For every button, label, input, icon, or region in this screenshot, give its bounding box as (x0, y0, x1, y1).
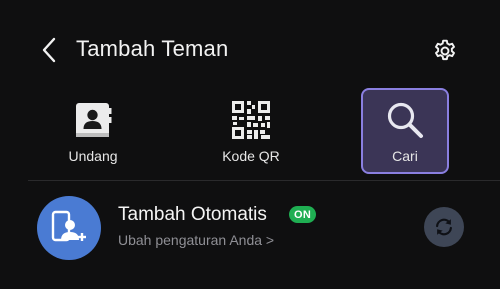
add-friend-actions: Undang Kode QR Cari (0, 88, 500, 178)
auto-add-title: Tambah Otomatis (118, 204, 267, 225)
search-label: Cari (392, 148, 418, 164)
invite-action[interactable]: Undang (48, 88, 138, 176)
qr-code-label: Kode QR (222, 148, 280, 164)
status-badge: ON (289, 206, 317, 223)
qr-code-icon (232, 101, 270, 139)
auto-add-settings-link[interactable]: Ubah pengaturan Anda > (118, 232, 274, 248)
search-action[interactable]: Cari (361, 88, 449, 174)
sync-icon (436, 218, 452, 236)
back-button[interactable] (36, 34, 62, 66)
contacts-book-icon (76, 103, 112, 137)
auto-add-row[interactable]: Tambah Otomatis ON Ubah pengaturan Anda … (0, 190, 500, 270)
sync-button[interactable] (424, 207, 464, 247)
add-contact-phone-icon (51, 210, 86, 242)
invite-label: Undang (68, 148, 118, 164)
page-title: Tambah Teman (76, 36, 229, 61)
settings-button[interactable] (430, 36, 460, 66)
header-bar: Tambah Teman (0, 0, 500, 100)
auto-add-avatar (37, 196, 101, 260)
chevron-left-icon (42, 37, 56, 63)
section-divider (28, 180, 500, 181)
search-icon (387, 102, 423, 138)
qr-code-action[interactable]: Kode QR (206, 88, 296, 176)
gear-icon (435, 39, 455, 61)
